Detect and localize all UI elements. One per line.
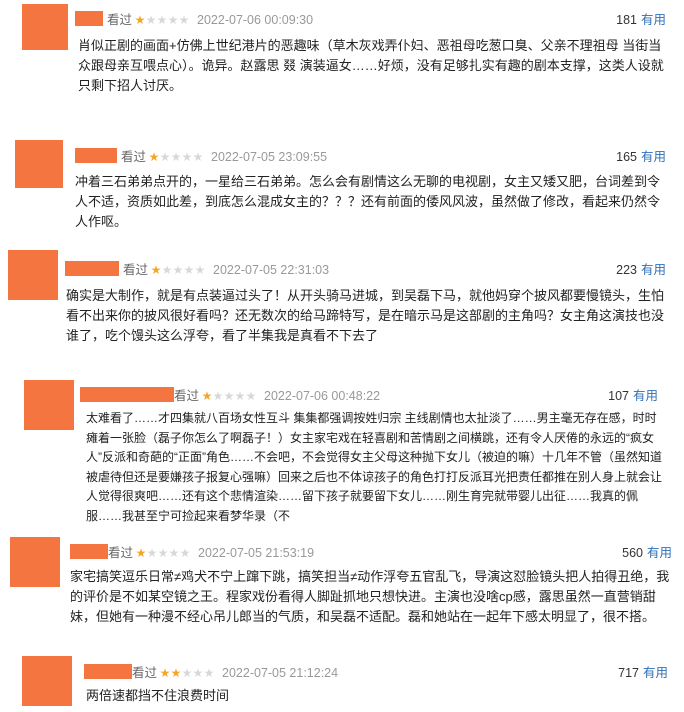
vote-area: 181 有用: [616, 9, 666, 28]
star-filled-icon: ★: [170, 666, 182, 680]
star-empty-icon: ★: [181, 666, 193, 680]
vote-area: 165 有用: [616, 146, 666, 165]
rating-stars: ★★★★★: [135, 546, 191, 560]
review-meta: 看过 ★★★★★ 2022-07-05 22:31:03: [65, 259, 329, 279]
vote-area: 560 有用: [622, 542, 672, 561]
star-filled-icon: ★: [150, 263, 162, 277]
star-empty-icon: ★: [223, 389, 235, 403]
star-empty-icon: ★: [245, 389, 257, 403]
star-empty-icon: ★: [161, 263, 173, 277]
review-time: 2022-07-05 21:12:24: [222, 666, 339, 680]
star-empty-icon: ★: [145, 13, 157, 27]
watch-status: 看过: [132, 666, 158, 680]
star-empty-icon: ★: [192, 666, 204, 680]
rating-stars: ★★★★★: [150, 263, 206, 277]
review-time: 2022-07-05 22:31:03: [213, 263, 330, 277]
star-empty-icon: ★: [192, 150, 204, 164]
star-empty-icon: ★: [181, 150, 193, 164]
vote-count: 165: [616, 150, 637, 164]
watch-status: 看过: [107, 13, 133, 27]
star-filled-icon: ★: [134, 13, 146, 27]
username-redacted[interactable]: [84, 664, 132, 679]
watch-status: 看过: [174, 389, 200, 403]
review-text: 确实是大制作，就是有点装逼过头了！从开头骑马进城，到吴磊下马，就他妈穿个披风都要…: [66, 288, 665, 343]
watch-status: 看过: [108, 546, 134, 560]
vote-count: 223: [616, 263, 637, 277]
star-empty-icon: ★: [170, 150, 182, 164]
rating-stars: ★★★★★: [201, 389, 257, 403]
avatar[interactable]: [22, 4, 68, 50]
review-text: 两倍速都挡不住浪费时间: [86, 688, 230, 703]
avatar[interactable]: [10, 537, 60, 587]
star-empty-icon: ★: [178, 13, 190, 27]
username-redacted[interactable]: [75, 11, 103, 26]
star-filled-icon: ★: [135, 546, 147, 560]
review-time: 2022-07-05 23:09:55: [211, 150, 328, 164]
review-text: 肖似正剧的画面+仿佛上世纪港片的恶趣味（草木灰戏弄仆妇、恶祖母吃葱口臭、父亲不理…: [78, 38, 664, 93]
review-time: 2022-07-05 21:53:19: [198, 546, 315, 560]
useful-button[interactable]: 有用: [641, 263, 666, 277]
review-text: 冲着三石弟弟点开的，一星给三石弟弟。怎么会有剧情这么无聊的电视剧，女主又矮又肥，…: [75, 174, 661, 229]
star-empty-icon: ★: [156, 13, 168, 27]
review-text: 家宅搞笑逗乐日常≠鸡犬不宁上蹿下跳，搞笑担当≠动作浮夸五官乱飞，导演这怼脸镜头把…: [70, 569, 670, 624]
avatar[interactable]: [22, 656, 72, 706]
star-empty-icon: ★: [179, 546, 191, 560]
useful-button[interactable]: 有用: [647, 546, 672, 560]
useful-button[interactable]: 有用: [643, 666, 668, 680]
rating-stars: ★★★★★: [159, 666, 215, 680]
review-time: 2022-07-06 00:09:30: [197, 13, 314, 27]
username-redacted[interactable]: [70, 544, 108, 559]
useful-button[interactable]: 有用: [641, 150, 666, 164]
username-redacted[interactable]: [75, 148, 117, 163]
star-filled-icon: ★: [148, 150, 160, 164]
vote-count: 181: [616, 13, 637, 27]
review-time: 2022-07-06 00:48:22: [264, 389, 381, 403]
vote-area: 107 有用: [608, 385, 658, 404]
star-empty-icon: ★: [203, 666, 215, 680]
star-filled-icon: ★: [201, 389, 213, 403]
star-empty-icon: ★: [194, 263, 206, 277]
rating-stars: ★★★★★: [134, 13, 190, 27]
vote-area: 223 有用: [616, 259, 666, 278]
star-empty-icon: ★: [183, 263, 195, 277]
useful-button[interactable]: 有用: [633, 389, 658, 403]
review-meta: 看过 ★★★★★ 2022-07-06 00:48:22: [80, 385, 380, 405]
star-empty-icon: ★: [146, 546, 158, 560]
star-empty-icon: ★: [167, 13, 179, 27]
review-meta: 看过 ★★★★★ 2022-07-05 21:12:24: [84, 662, 338, 682]
star-empty-icon: ★: [157, 546, 169, 560]
vote-area: 717 有用: [618, 662, 668, 681]
watch-status: 看过: [123, 263, 149, 277]
star-empty-icon: ★: [212, 389, 224, 403]
rating-stars: ★★★★★: [148, 150, 204, 164]
star-empty-icon: ★: [168, 546, 180, 560]
username-redacted[interactable]: [80, 387, 174, 402]
star-empty-icon: ★: [234, 389, 246, 403]
watch-status: 看过: [121, 150, 147, 164]
review-meta: 看过 ★★★★★ 2022-07-05 21:53:19: [70, 542, 314, 562]
avatar[interactable]: [15, 140, 63, 188]
star-empty-icon: ★: [172, 263, 184, 277]
vote-count: 560: [622, 546, 643, 560]
avatar[interactable]: [8, 250, 58, 300]
username-redacted[interactable]: [65, 261, 119, 276]
vote-count: 717: [618, 666, 639, 680]
avatar[interactable]: [24, 380, 74, 430]
review-meta: 看过 ★★★★★ 2022-07-05 23:09:55: [75, 146, 327, 166]
vote-count: 107: [608, 389, 629, 403]
review-meta: 看过 ★★★★★ 2022-07-06 00:09:30: [75, 9, 313, 29]
useful-button[interactable]: 有用: [641, 13, 666, 27]
star-empty-icon: ★: [159, 150, 171, 164]
star-filled-icon: ★: [159, 666, 171, 680]
review-text: 太难看了……才四集就八百场女性互斗 集集都强调按姓归宗 主线剧情也太扯淡了……男…: [86, 411, 663, 523]
